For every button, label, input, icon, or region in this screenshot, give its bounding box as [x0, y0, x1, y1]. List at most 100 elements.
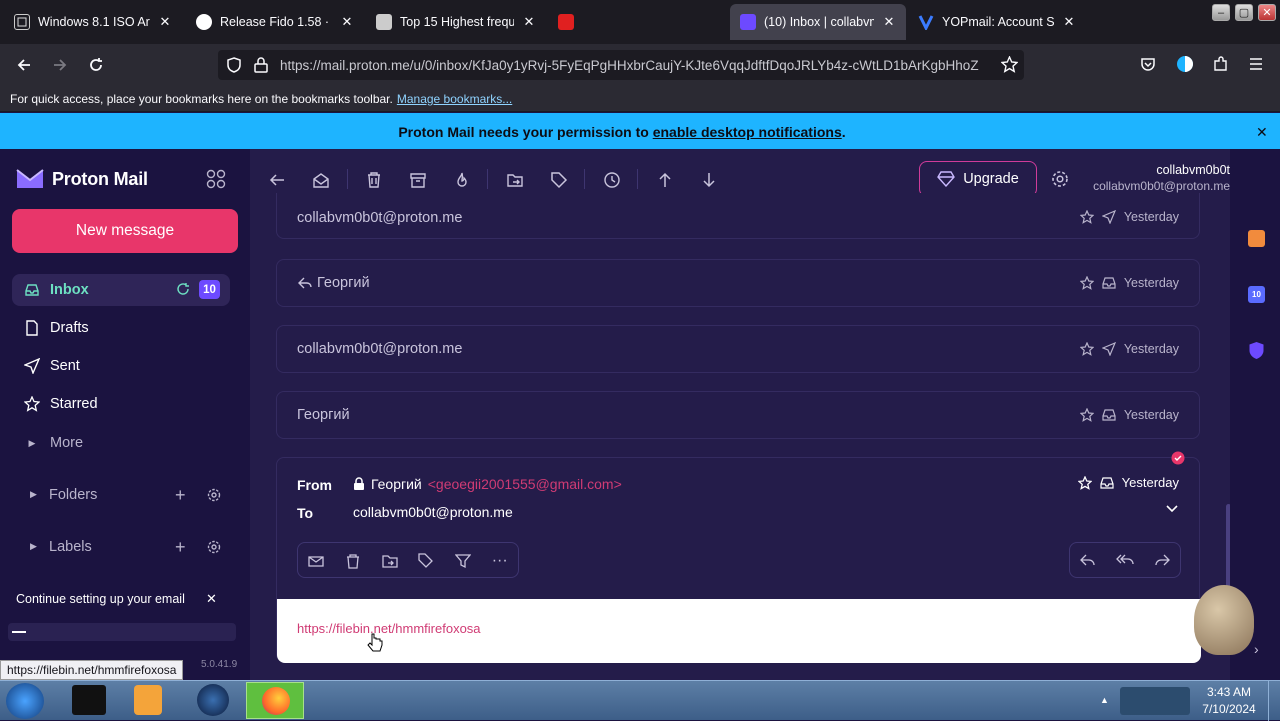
sidebar-item-drafts[interactable]: Drafts — [12, 312, 230, 344]
bookmarks-toolbar: For quick access, place your bookmarks h… — [0, 86, 1280, 112]
extensions-icon[interactable] — [1212, 56, 1228, 72]
chevron-right-icon[interactable]: ▶ — [30, 541, 37, 552]
add-folder-icon[interactable]: + — [175, 485, 186, 506]
close-icon[interactable]: ✕ — [340, 14, 354, 30]
star-icon[interactable] — [1079, 408, 1094, 422]
url-bar[interactable]: https://mail.proton.me/u/0/inbox/KfJa0y1… — [218, 50, 1024, 80]
list-item[interactable]: collabvm0b0t@proton.me Yesterday — [276, 325, 1200, 373]
taskbar-app-media-icon[interactable] — [134, 685, 162, 715]
start-button[interactable] — [6, 683, 44, 719]
sidebar-item-sent[interactable]: Sent — [12, 350, 230, 382]
reload-button[interactable] — [82, 52, 110, 78]
upgrade-button[interactable]: Upgrade — [919, 161, 1037, 197]
tab-proton-inbox[interactable]: (10) Inbox | collabvm0b ✕ — [730, 4, 906, 40]
close-icon[interactable]: ✕ — [158, 14, 172, 30]
folders-section-label[interactable]: Folders — [49, 487, 97, 503]
labels-section-label[interactable]: Labels — [49, 539, 92, 555]
tab-github-release[interactable]: Release Fido 1.58 · pbat ✕ — [186, 4, 364, 40]
security-shield-icon[interactable] — [1171, 451, 1185, 465]
tab-yopmail[interactable]: YOPmail: Account Sign ✕ — [908, 4, 1086, 40]
enable-notifications-link[interactable]: enable desktop notifications — [653, 124, 842, 140]
trash-button[interactable] — [335, 543, 372, 579]
clock-date[interactable]: 7/10/2024 — [1198, 702, 1260, 716]
back-button[interactable] — [10, 52, 38, 78]
maximize-window-button[interactable]: ▢ — [1235, 4, 1253, 21]
forward-button[interactable] — [46, 52, 74, 78]
body-link[interactable]: https://filebin.net/hmmfirefoxosa — [297, 621, 481, 636]
close-icon[interactable]: ✕ — [522, 14, 536, 30]
close-icon[interactable]: ✕ — [1062, 14, 1076, 30]
taskbar-app-globe-icon[interactable] — [197, 684, 229, 716]
show-hidden-icons-icon[interactable]: ▲ — [1100, 695, 1109, 705]
tab-frequencies[interactable]: Top 15 Highest frequen ✕ — [366, 4, 546, 40]
expanded-message: From Георгий <geoegii2001555@gmail.com> … — [276, 451, 1201, 663]
archive-icon[interactable] — [407, 169, 429, 191]
user-email[interactable]: collabvm0b0t@proton.me — [1060, 179, 1230, 193]
add-label-icon[interactable]: + — [175, 537, 186, 558]
vpn-shield-icon[interactable] — [1248, 341, 1265, 360]
pocket-icon[interactable] — [1140, 56, 1156, 72]
mark-unread-icon[interactable] — [310, 169, 332, 191]
message-date: Yesterday — [1123, 342, 1179, 356]
close-banner-icon[interactable]: ✕ — [1256, 124, 1268, 141]
list-item[interactable]: Георгий Yesterday — [276, 391, 1200, 439]
previous-message-icon[interactable] — [654, 169, 676, 191]
filter-button[interactable] — [445, 543, 482, 579]
star-icon[interactable] — [1079, 210, 1094, 224]
show-desktop-button[interactable] — [1268, 681, 1280, 721]
star-icon[interactable] — [1079, 276, 1094, 290]
calendar-icon[interactable]: 10 — [1248, 286, 1265, 303]
close-window-button[interactable]: ✕ — [1258, 4, 1276, 21]
star-icon[interactable] — [1077, 475, 1092, 490]
tray-icons[interactable] — [1120, 687, 1190, 715]
tab-youtube[interactable] — [548, 4, 726, 40]
new-message-button[interactable]: New message — [12, 209, 238, 253]
minimize-window-button[interactable]: – — [1212, 4, 1230, 21]
taskbar-app-terminal-icon[interactable] — [72, 685, 106, 715]
sender-name[interactable]: Георгий — [371, 476, 422, 492]
reply-all-button[interactable] — [1107, 543, 1144, 579]
refresh-icon[interactable] — [176, 282, 190, 296]
list-item[interactable]: Георгий Yesterday — [276, 259, 1200, 307]
sidebar-item-inbox[interactable]: Inbox 10 — [12, 274, 230, 306]
label-button[interactable] — [408, 543, 445, 579]
star-icon[interactable] — [1079, 342, 1094, 356]
chevron-right-icon[interactable]: ▶ — [30, 489, 37, 500]
bookmark-star-icon[interactable] — [1001, 56, 1018, 73]
apps-grid-icon[interactable] — [206, 169, 226, 189]
move-button[interactable] — [371, 543, 408, 579]
sidebar-item-more[interactable]: ▶ More — [12, 427, 230, 459]
spam-fire-icon[interactable] — [451, 169, 473, 191]
close-setup-icon[interactable]: ✕ — [206, 591, 217, 607]
manage-bookmarks-link[interactable]: Manage bookmarks... — [397, 92, 512, 106]
close-icon[interactable]: ✕ — [882, 14, 896, 30]
reply-button[interactable] — [1070, 543, 1107, 579]
chevron-down-icon[interactable] — [1165, 504, 1179, 514]
mark-unread-button[interactable] — [298, 543, 335, 579]
move-to-folder-icon[interactable] — [504, 169, 526, 191]
user-name[interactable]: collabvm0b0t — [1080, 163, 1230, 177]
gear-icon[interactable] — [206, 487, 222, 503]
sender-email[interactable]: <geoegii2001555@gmail.com> — [428, 476, 622, 492]
account-icon[interactable] — [1176, 55, 1194, 73]
back-icon[interactable] — [266, 169, 288, 191]
tag-icon[interactable] — [548, 169, 570, 191]
lock-icon[interactable] — [254, 57, 268, 73]
next-message-icon[interactable] — [698, 169, 720, 191]
shield-icon[interactable] — [226, 57, 242, 73]
forward-button[interactable] — [1143, 543, 1180, 579]
tab-windows-iso[interactable]: Windows 8.1 ISO Archiv ✕ — [4, 4, 182, 40]
more-options-button[interactable]: ··· — [481, 543, 518, 579]
taskbar-app-firefox[interactable] — [246, 682, 304, 719]
sidebar-item-starred[interactable]: Starred — [12, 388, 230, 420]
menu-icon[interactable] — [1248, 56, 1264, 72]
trash-icon[interactable] — [363, 169, 385, 191]
clock-time[interactable]: 3:43 AM — [1198, 685, 1260, 699]
snooze-clock-icon[interactable] — [601, 169, 623, 191]
contacts-icon[interactable] — [1248, 230, 1265, 247]
setup-prompt[interactable]: Continue setting up your email — [16, 592, 185, 606]
gear-icon[interactable] — [206, 539, 222, 555]
list-item[interactable]: collabvm0b0t@proton.me Yesterday — [276, 193, 1200, 239]
recipient[interactable]: collabvm0b0t@proton.me — [353, 504, 513, 520]
chevron-right-icon[interactable]: › — [1254, 641, 1259, 657]
